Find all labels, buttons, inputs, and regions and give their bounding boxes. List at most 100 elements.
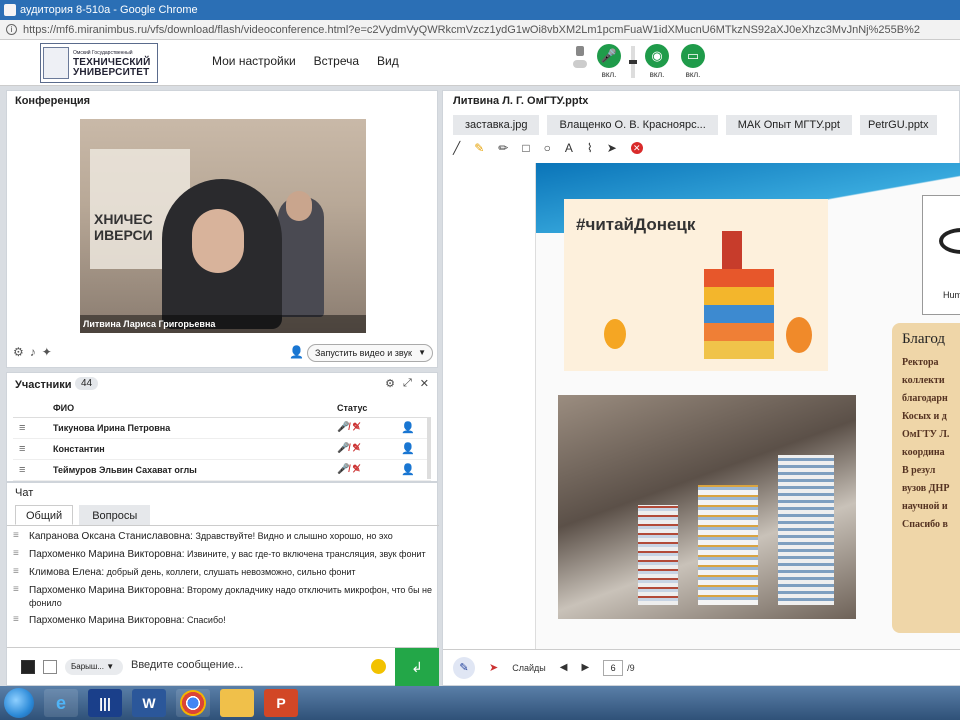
line-tool-icon[interactable]: ╱ xyxy=(453,141,460,155)
participants-panel: Участники 44 ⚙ ⤢ ✕ ФИО Статус ≡ Тикунова… xyxy=(6,372,438,482)
drag-handle-icon[interactable]: ≡ xyxy=(13,438,53,460)
start-button[interactable] xyxy=(4,688,34,718)
close-icon[interactable]: ✕ xyxy=(420,377,429,390)
slides-label[interactable]: Слайды xyxy=(512,663,546,673)
text-color-picker[interactable] xyxy=(21,660,35,674)
status-muted-icons[interactable]: 🎤̸ ✎̸ xyxy=(337,438,401,460)
tree-illustration xyxy=(786,317,812,353)
broadcast-icon[interactable]: ✦ xyxy=(42,345,52,359)
camera-settings-icon[interactable]: ⚙ xyxy=(13,345,24,359)
message-grip-icon: ≡ xyxy=(13,614,19,625)
message-grip-icon: ≡ xyxy=(13,566,19,577)
mic-mini-toggle[interactable] xyxy=(573,46,587,68)
table-row[interactable]: ≡ Константин 🎤̸ ✎̸ 👤 xyxy=(13,438,431,460)
file-tab[interactable]: заставка.jpg xyxy=(453,115,540,135)
emoji-icon[interactable] xyxy=(371,659,386,674)
chat-message: ≡ Пархоменко Марина Викторовна: Спасибо! xyxy=(7,614,439,632)
expand-icon[interactable]: ⤢ xyxy=(403,377,412,390)
parchment-line: ОмГТУ Л. xyxy=(902,429,950,440)
logo-text: Hum xyxy=(943,290,960,300)
volume-knob[interactable] xyxy=(629,60,637,64)
slide-photo xyxy=(558,395,856,619)
screen-share-status: вкл. xyxy=(685,70,701,79)
address-bar[interactable]: i https://mf6.miranimbus.ru/vfs/download… xyxy=(0,20,960,40)
browser-title-bar: аудитория 8-510а - Google Chrome xyxy=(0,0,960,20)
start-video-dropdown[interactable]: Запустить видео и звук ▼ xyxy=(307,344,433,362)
powerpoint-icon[interactable]: P xyxy=(264,689,298,717)
start-video-label: Запустить видео и звук xyxy=(315,348,412,358)
tab-general[interactable]: Общий xyxy=(15,505,74,525)
internet-explorer-icon[interactable]: e xyxy=(44,689,78,717)
books-illustration xyxy=(704,269,774,359)
table-row[interactable]: ≡ Теймуров Эльвин Сахават оглы 🎤̸ ✎̸ 👤 xyxy=(13,459,431,481)
message-text: добрый день, коллеги, слушать невозможно… xyxy=(106,567,356,577)
text-tool-icon[interactable]: A xyxy=(565,141,573,155)
rectangle-tool-icon[interactable]: □ xyxy=(522,141,529,155)
brush-icon[interactable]: ⌇ xyxy=(587,141,593,155)
windows-taskbar: e ||| W P xyxy=(0,686,960,720)
microphone-control[interactable]: 🎤 вкл. xyxy=(595,44,623,79)
conference-panel: Конференция ХНИЧЕС ИВЕРСИ Литвина Лариса … xyxy=(6,90,438,368)
circle-tool-icon[interactable]: ○ xyxy=(544,141,551,155)
menu-view[interactable]: Вид xyxy=(377,54,399,68)
participants-scrollbar[interactable] xyxy=(427,417,431,479)
chat-message: ≡ Пархоменко Марина Викторовна: Второму … xyxy=(7,584,439,614)
participants-title: Участники xyxy=(15,379,72,391)
tower-illustration xyxy=(722,231,742,271)
next-slide-icon[interactable]: ▶ xyxy=(581,662,589,673)
webcam-control[interactable]: ◉ вкл. xyxy=(643,44,671,79)
file-tab[interactable]: МАК Опыт МГТУ.ppt xyxy=(725,115,852,135)
settings-gear-icon[interactable]: ⚙ xyxy=(385,377,395,390)
media-controls: 🎤 вкл. ◉ вкл. ▭ вкл. xyxy=(573,44,707,79)
chat-input[interactable]: Введите сообщение... xyxy=(131,659,243,671)
participants-table: ФИО Статус ≡ Тикунова Ирина Петровна 🎤̸ … xyxy=(13,399,431,481)
webcam-icon: ◉ xyxy=(645,44,669,68)
menu-my-settings[interactable]: Мои настройки xyxy=(212,54,296,68)
column-name-header[interactable]: ФИО xyxy=(53,399,337,418)
volume-slider[interactable] xyxy=(629,46,637,78)
parchment-line: научной и xyxy=(902,501,948,512)
pencil-icon[interactable]: ✏ xyxy=(498,141,508,155)
table-row[interactable]: ≡ Тикунова Ирина Петровна 🎤̸ ✎̸ 👤 xyxy=(13,417,431,439)
laser-pointer-icon[interactable]: ➤ xyxy=(489,661,498,674)
audio-settings-icon[interactable]: ♪ xyxy=(30,345,36,359)
previous-slide-icon[interactable]: ◀ xyxy=(560,662,568,673)
draw-mode-icon[interactable]: ✎ xyxy=(453,656,475,679)
background-color-picker[interactable] xyxy=(43,660,57,674)
toggle-switch-icon xyxy=(573,60,587,68)
url-text[interactable]: https://mf6.miranimbus.ru/vfs/download/f… xyxy=(23,24,920,36)
clear-icon[interactable]: ✕ xyxy=(630,142,643,154)
chrome-icon xyxy=(180,690,206,716)
page-number-input[interactable]: 6 xyxy=(603,659,624,676)
file-explorer-icon[interactable] xyxy=(220,689,254,717)
drag-handle-icon[interactable]: ≡ xyxy=(13,417,53,439)
miranimbus-icon[interactable]: ||| xyxy=(88,689,122,717)
font-select[interactable]: Барыш... ▼ xyxy=(65,659,123,675)
message-author: Пархоменко Марина Викторовна: xyxy=(29,585,185,596)
message-text: Здравствуйте! Видно и слышно хорошо, но … xyxy=(195,531,393,541)
drawing-toolbar: ╱ ✎ ✏ □ ○ A ⌇ ➤ ✕ xyxy=(453,141,643,155)
video-feed[interactable]: ХНИЧЕС ИВЕРСИ Литвина Лариса Григорьевна xyxy=(80,119,366,333)
chrome-taskbar-button[interactable] xyxy=(176,689,210,717)
drag-handle-icon[interactable]: ≡ xyxy=(13,459,53,481)
word-icon[interactable]: W xyxy=(132,689,166,717)
file-tab[interactable]: Влащенко О. В. Красноярс... xyxy=(547,115,718,135)
parchment-line: благодарн xyxy=(902,393,948,404)
slide-navigation-bar: ✎ ➤ Слайды ◀ ▶ 6 /9 xyxy=(443,649,960,685)
microphone-icon: 🎤 xyxy=(597,44,621,68)
pointer-icon[interactable]: ➤ xyxy=(607,141,617,155)
highlighter-icon[interactable]: ✎ xyxy=(474,141,484,155)
message-author: Капранова Оксана Станиславовна: xyxy=(29,531,193,542)
screen-share-control[interactable]: ▭ вкл. xyxy=(679,44,707,79)
column-status-header[interactable]: Статус xyxy=(337,399,401,418)
status-muted-icons[interactable]: 🎤̸ ✎̸ xyxy=(337,417,401,439)
file-tab[interactable]: PetrGU.pptx xyxy=(859,115,937,135)
background-banner-graphic: ХНИЧЕС ИВЕРСИ xyxy=(94,211,153,243)
info-icon[interactable]: i xyxy=(6,24,17,35)
slide-canvas[interactable]: #читайДонецк Hum Благод Ректора коллекти… xyxy=(535,163,960,649)
status-muted-icons[interactable]: 🎤̸ ✎̸ xyxy=(337,459,401,481)
tab-questions[interactable]: Вопросы xyxy=(79,505,151,525)
send-button[interactable]: ↲ xyxy=(395,648,439,686)
menu-meeting[interactable]: Встреча xyxy=(314,54,359,68)
chat-message: ≡ Пархоменко Марина Викторовна: Извините… xyxy=(7,548,439,566)
